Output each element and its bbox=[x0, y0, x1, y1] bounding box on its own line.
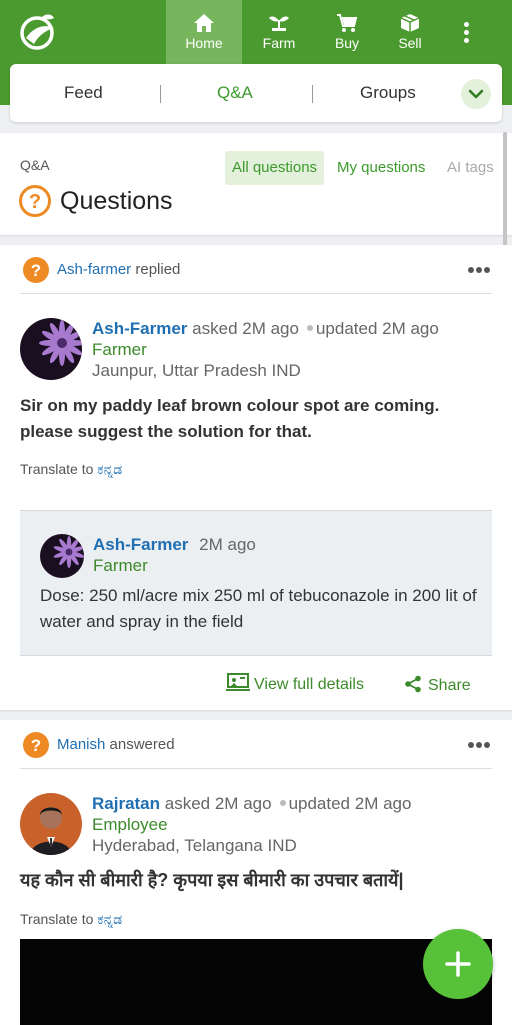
chevron-down-icon bbox=[468, 89, 484, 99]
cart-icon bbox=[336, 13, 358, 33]
expand-tabs-button[interactable] bbox=[461, 79, 491, 109]
filter-my-questions[interactable]: My questions bbox=[330, 151, 432, 185]
plant-icon bbox=[268, 13, 290, 33]
nav-home-label: Home bbox=[185, 35, 223, 51]
nav-buy-label: Buy bbox=[334, 35, 360, 51]
tab-groups[interactable]: Groups bbox=[360, 83, 416, 103]
nav-farm[interactable]: Farm bbox=[241, 0, 317, 64]
nav-farm-label: Farm bbox=[262, 35, 296, 51]
nav-sell[interactable]: Sell bbox=[372, 0, 448, 64]
avatar[interactable] bbox=[20, 318, 82, 380]
avatar[interactable] bbox=[40, 534, 84, 578]
updated-time: updated 2M ago bbox=[288, 794, 412, 813]
activity-user-link[interactable]: Ash-farmer bbox=[57, 261, 131, 278]
dot-separator bbox=[279, 800, 286, 807]
view-full-details-label: View full details bbox=[254, 676, 364, 693]
tab-qa[interactable]: Q&A bbox=[217, 83, 253, 103]
reply-author-link[interactable]: Ash-Farmer bbox=[93, 535, 188, 554]
tab-feed[interactable]: Feed bbox=[64, 83, 103, 103]
activity-action: answered bbox=[109, 736, 175, 753]
secondary-tabs: Feed Q&A Groups bbox=[10, 64, 502, 122]
author-role: Farmer bbox=[92, 340, 147, 359]
reply-text: Dose: 250 ml/acre mix 250 ml of tebucona… bbox=[40, 586, 477, 631]
tab-divider bbox=[160, 85, 161, 103]
reply-meta: Ash-Farmer 2M ago Farmer bbox=[93, 534, 256, 576]
plus-icon bbox=[445, 951, 471, 977]
reply-time: 2M ago bbox=[199, 535, 256, 554]
home-icon bbox=[193, 13, 215, 33]
translate-row: Translate to ಕನ್ನಡ bbox=[20, 461, 122, 478]
author-role: Employee bbox=[92, 815, 168, 834]
share-button[interactable]: Share bbox=[404, 675, 471, 695]
divider bbox=[20, 768, 492, 769]
translate-label: Translate to bbox=[20, 911, 94, 927]
reply-author-role: Farmer bbox=[93, 556, 148, 575]
activity-line: Ash-farmer replied bbox=[57, 261, 180, 278]
updated-time: updated 2M ago bbox=[315, 319, 439, 338]
add-question-button[interactable] bbox=[423, 929, 493, 999]
svg-text:?: ? bbox=[31, 736, 41, 755]
divider bbox=[20, 293, 492, 294]
activity-action: replied bbox=[135, 261, 181, 278]
dot-separator bbox=[306, 325, 313, 332]
app-logo[interactable] bbox=[16, 12, 60, 52]
translate-row: Translate to ಕನ್ನಡ bbox=[20, 911, 122, 928]
more-options-button[interactable] bbox=[468, 267, 492, 273]
questions-header: Q&A All questions My questions AI tags ?… bbox=[0, 133, 512, 235]
activity-line: Manish answered bbox=[57, 736, 175, 753]
translate-language-link[interactable]: ಕನ್ನಡ bbox=[97, 911, 122, 927]
asked-time: asked 2M ago bbox=[164, 794, 272, 813]
box-icon bbox=[399, 13, 421, 33]
author-meta: Ash-Farmer asked 2M ago updated 2M ago Fa… bbox=[92, 318, 439, 381]
question-icon: ? bbox=[19, 185, 51, 217]
question-media[interactable] bbox=[20, 939, 492, 1025]
presentation-icon bbox=[226, 673, 250, 691]
filter-ai-tags[interactable]: AI tags bbox=[440, 151, 501, 185]
question-text[interactable]: Sir on my paddy leaf brown colour spot a… bbox=[20, 393, 490, 445]
translate-language-link[interactable]: ಕನ್ನಡ bbox=[97, 461, 122, 477]
share-icon bbox=[405, 675, 421, 693]
svg-text:?: ? bbox=[31, 261, 41, 280]
avatar[interactable] bbox=[20, 793, 82, 855]
translate-label: Translate to bbox=[20, 461, 94, 477]
reply-preview[interactable]: Ash-Farmer 2M ago Farmer Dose: 250 ml/ac… bbox=[20, 510, 492, 656]
asked-time: asked 2M ago bbox=[192, 319, 299, 338]
author-name-link[interactable]: Rajratan bbox=[92, 794, 160, 813]
share-label: Share bbox=[428, 677, 471, 694]
view-full-details-button[interactable]: View full details bbox=[226, 672, 364, 694]
page-title: Questions bbox=[60, 187, 173, 215]
question-text[interactable]: यह कौन सी बीमारी है? कृपया इस बीमारी का … bbox=[20, 867, 490, 893]
filter-all-questions[interactable]: All questions bbox=[225, 151, 325, 185]
author-meta: Rajratan asked 2M ago updated 2M ago Empl… bbox=[92, 793, 411, 856]
author-location: Jaunpur, Uttar Pradesh IND bbox=[92, 361, 301, 380]
nav-home[interactable]: Home bbox=[166, 0, 242, 64]
section-label: Q&A bbox=[20, 157, 50, 173]
activity-user-link[interactable]: Manish bbox=[57, 736, 105, 753]
nav-sell-label: Sell bbox=[398, 35, 422, 51]
question-icon: ? bbox=[23, 732, 49, 758]
author-location: Hyderabad, Telangana IND bbox=[92, 836, 297, 855]
tab-divider bbox=[312, 85, 313, 103]
question-card: ? Ash-farmer replied Ash-Farmer asked 2M… bbox=[0, 245, 512, 710]
question-icon: ? bbox=[23, 257, 49, 283]
overflow-menu-button[interactable] bbox=[455, 20, 477, 48]
more-options-button[interactable] bbox=[468, 742, 492, 748]
svg-text:?: ? bbox=[29, 191, 41, 213]
author-name-link[interactable]: Ash-Farmer bbox=[92, 319, 187, 338]
